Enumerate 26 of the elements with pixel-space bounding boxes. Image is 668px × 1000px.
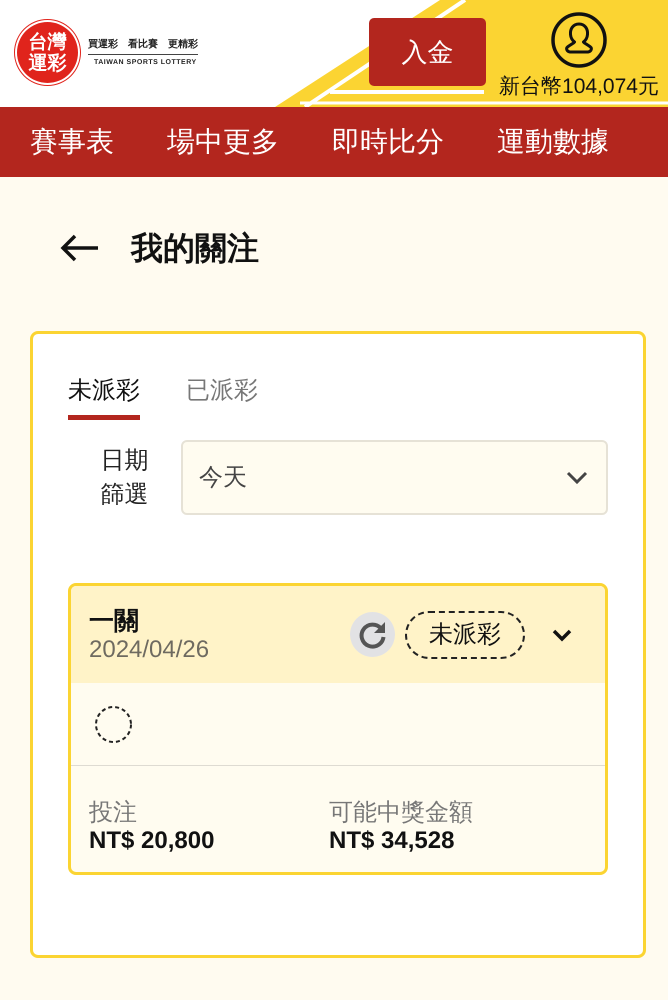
bet-date: 2024/04/26 (89, 636, 210, 664)
chevron-down-icon[interactable] (551, 628, 573, 642)
bet-type: 一關 (89, 606, 140, 636)
date-select[interactable]: 今天 (181, 440, 608, 515)
nav-link[interactable]: 賽事表 (30, 125, 114, 159)
stake-amount: NT$ 20,800 (89, 827, 216, 855)
back-arrow-icon[interactable] (60, 234, 100, 262)
deposit-button[interactable]: 入金 (369, 18, 486, 86)
page-title: 我的關注 (131, 229, 259, 268)
tab[interactable]: 已派彩 (186, 375, 258, 420)
refresh-icon[interactable] (350, 612, 395, 657)
balance-text: 新台幣104,074元 (499, 75, 659, 99)
tab[interactable]: 未派彩 (68, 375, 140, 420)
nav-link[interactable]: 即時比分 (332, 125, 444, 159)
filter-label: 日期篩選 (100, 446, 150, 510)
logo-mark[interactable]: 台灣運彩 (15, 20, 80, 85)
user-avatar-icon[interactable] (551, 12, 607, 68)
payout-amount: NT$ 34,528 (329, 827, 456, 855)
logo-tagline: 買運彩 看比賽 更精彩 (88, 38, 198, 55)
chevron-down-icon (566, 470, 588, 484)
nav-link[interactable]: 運動數據 (497, 125, 609, 159)
status-tag: 未派彩 (405, 610, 525, 658)
stake-label: 投注 (89, 799, 138, 827)
nav-link[interactable]: 場中更多 (167, 125, 279, 159)
payout-label: 可能中獎金額 (329, 799, 473, 827)
dashed-circle-icon (95, 706, 132, 742)
